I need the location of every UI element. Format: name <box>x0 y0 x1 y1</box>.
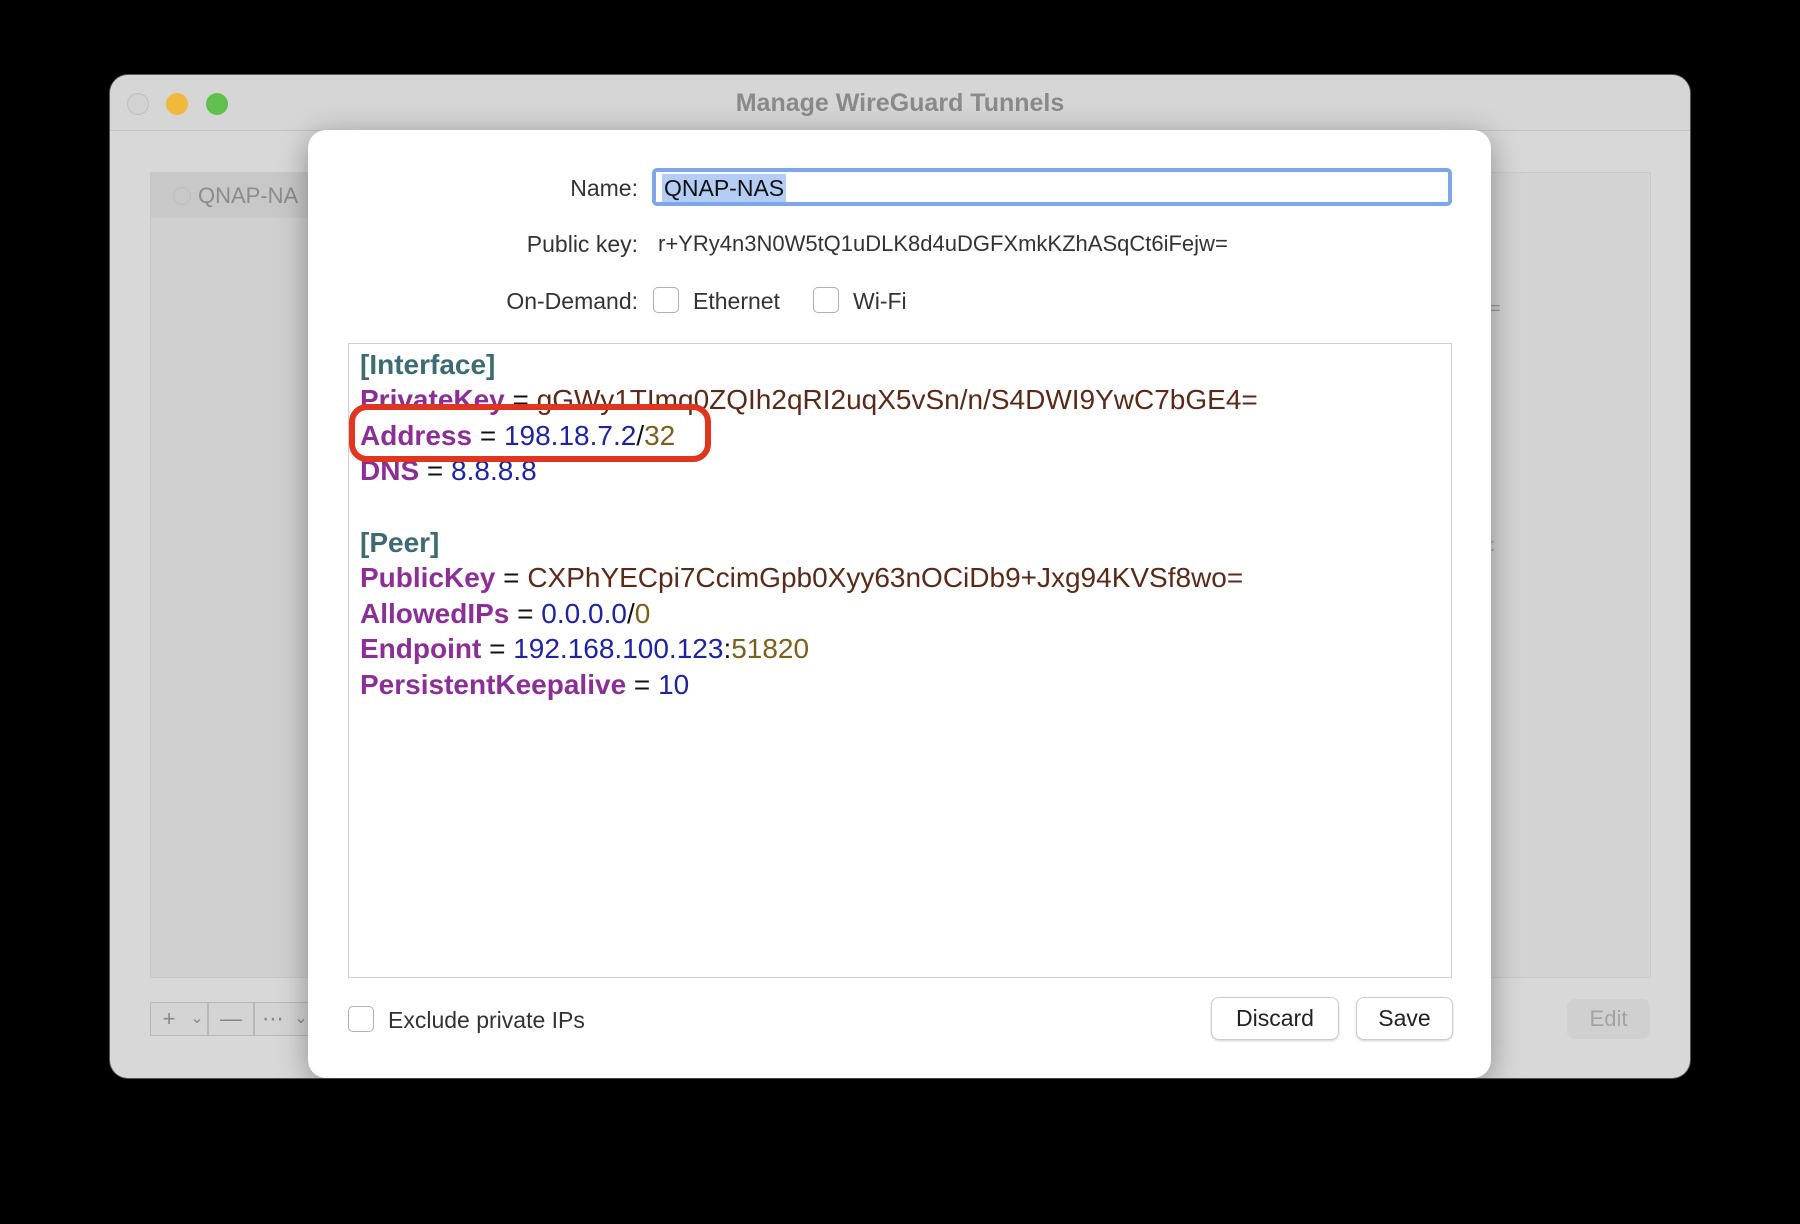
config-line: AllowedIPs = 0.0.0.0/0 <box>360 597 650 631</box>
name-field[interactable]: QNAP-NAS <box>652 168 1452 206</box>
config-editor[interactable]: [Interface] PrivateKey = gGWy1TImq0ZQIh2… <box>348 343 1452 978</box>
tunnel-list: QNAP-NA <box>150 172 322 978</box>
exclude-private-ips-label: Exclude private IPs <box>388 1007 585 1033</box>
config-key: PersistentKeepalive <box>360 669 627 700</box>
minus-icon: — <box>220 1006 242 1031</box>
ethernet-checkbox[interactable] <box>653 287 679 313</box>
exclude-private-ips-checkbox[interactable] <box>348 1006 374 1032</box>
tunnel-name: QNAP-NA <box>198 183 299 208</box>
config-equals: = <box>633 669 651 700</box>
config-line: [Interface] <box>360 348 495 382</box>
edit-tunnel-sheet: Name: QNAP-NAS Public key: r+YRy4n3N0W5t… <box>308 130 1491 1078</box>
status-dot-icon <box>173 187 191 205</box>
chevron-down-icon: ⌄ <box>190 1010 204 1027</box>
ethernet-label: Ethernet <box>693 288 780 314</box>
tunnel-detail-panel <box>1480 172 1651 978</box>
plus-icon: + <box>162 1006 176 1031</box>
interface-section-header: [Interface] <box>360 349 496 380</box>
name-field-value: QNAP-NAS <box>662 174 787 202</box>
config-equals: = <box>489 633 506 664</box>
detail-mark: = <box>1490 298 1501 318</box>
discard-button[interactable]: Discard <box>1211 997 1339 1040</box>
public-key-value: r+YRy4n3N0W5tQ1uDLK8d4uDGFXmkKZhASqCt6iF… <box>658 231 1228 256</box>
config-line: Endpoint = 192.168.100.123:51820 <box>360 632 809 666</box>
more-actions-button[interactable]: ⋯ <box>254 1002 291 1036</box>
wifi-label: Wi-Fi <box>853 288 907 314</box>
add-menu-button[interactable]: ⌄ <box>187 1002 208 1036</box>
peer-section-header: [Peer] <box>360 527 440 558</box>
config-value: 0 <box>634 598 651 629</box>
config-key: AllowedIPs <box>360 598 510 629</box>
config-slash: / <box>626 598 635 629</box>
chevron-down-icon: ⌄ <box>294 1010 308 1027</box>
title-bar: Manage WireGuard Tunnels <box>110 75 1690 131</box>
config-equals: = <box>517 598 534 629</box>
config-value: 192.168.100.123 <box>513 633 724 664</box>
on-demand-label: On-Demand: <box>506 288 638 314</box>
config-key: Endpoint <box>360 633 482 664</box>
remove-tunnel-button[interactable]: — <box>208 1002 254 1036</box>
config-value: 51820 <box>731 633 810 664</box>
config-line: [Peer] <box>360 526 439 560</box>
config-line: PublicKey = CXPhYECpi7CcimGpb0Xyy63nOCiD… <box>360 561 1243 595</box>
ellipsis-circle-icon: ⋯ <box>262 1006 284 1031</box>
wifi-checkbox[interactable] <box>813 287 839 313</box>
public-key-label: Public key: <box>526 231 638 257</box>
save-button[interactable]: Save <box>1356 997 1453 1040</box>
config-value: 0.0.0.0 <box>541 598 627 629</box>
window-title: Manage WireGuard Tunnels <box>735 89 1065 117</box>
config-equals: = <box>503 562 520 593</box>
list-toolbar: + ⌄ — ⋯ ⌄ <box>150 1002 312 1036</box>
name-label: Name: <box>570 175 638 201</box>
config-key: PublicKey <box>360 562 496 593</box>
config-line: PersistentKeepalive = 10 <box>360 668 689 702</box>
add-tunnel-button[interactable]: + <box>150 1002 187 1036</box>
config-value: 10 <box>658 669 690 700</box>
address-highlight-annotation <box>349 404 711 462</box>
tunnel-list-item[interactable]: QNAP-NA <box>151 173 321 218</box>
edit-button[interactable]: Edit <box>1567 999 1650 1039</box>
config-value: CXPhYECpi7CcimGpb0Xyy63nOCiDb9+Jxg94KVSf… <box>527 562 1244 593</box>
